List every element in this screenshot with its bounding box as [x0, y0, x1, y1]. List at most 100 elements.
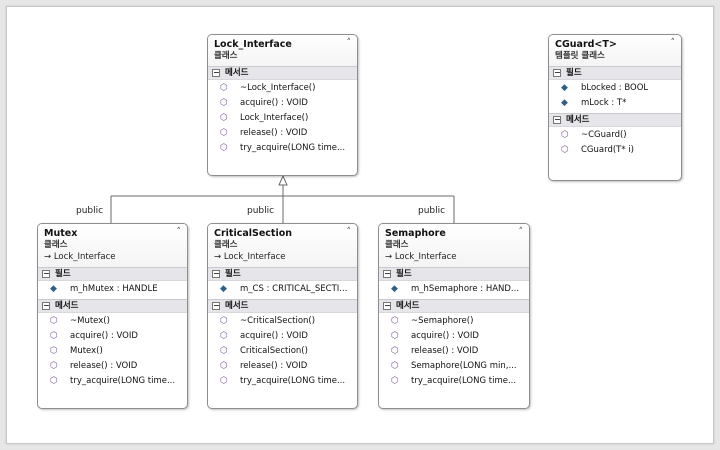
class-critical-section[interactable]: CriticalSection 클래스 → Lock_Interface ˄ −… [207, 223, 358, 409]
minus-box-icon[interactable]: − [42, 302, 50, 310]
section-methods[interactable]: − 메서드 [38, 299, 187, 313]
class-name: Lock_Interface [214, 39, 292, 50]
section-methods[interactable]: − 메서드 [208, 66, 357, 80]
method-cube-icon: ⬡ [391, 331, 399, 341]
section-label: 메서드 [225, 68, 249, 78]
arrow-right-icon: → [385, 252, 395, 262]
method-item[interactable]: ⬡ acquire() : VOID [208, 96, 357, 111]
class-name: Semaphore [385, 228, 446, 239]
method-item[interactable]: ⬡ ~Lock_Interface() [208, 81, 357, 96]
method-item[interactable]: ⬡ Semaphore(LONG min,... [379, 359, 529, 374]
base-class: → Lock_Interface [214, 251, 351, 263]
arrow-right-icon: → [44, 252, 54, 262]
method-cube-icon: ⬡ [220, 331, 228, 341]
method-item[interactable]: ⬡ try_acquire(LONG time... [208, 374, 357, 389]
section-fields[interactable]: − 필드 [38, 267, 187, 281]
method-label: Semaphore(LONG min,... [411, 361, 517, 371]
field-item[interactable]: ◆ m_hMutex : HANDLE [38, 282, 187, 297]
field-item[interactable]: ◆ m_CS : CRITICAL_SECTI... [208, 282, 357, 297]
method-cube-icon: ⬡ [220, 316, 228, 326]
method-cube-icon: ⬡ [220, 98, 228, 108]
class-cguard[interactable]: CGuard<T> 템플릿 클래스 ˄ − 필드 ◆ bLocked : BOOL… [548, 34, 682, 181]
section-label: 메서드 [396, 301, 420, 311]
method-label: acquire() : VOID [240, 98, 308, 108]
field-label: mLock : T* [581, 98, 627, 108]
method-item[interactable]: ⬡ release() : VOID [208, 126, 357, 141]
method-cube-icon: ⬡ [391, 346, 399, 356]
minus-box-icon[interactable]: − [42, 270, 50, 278]
class-kind: 템플릿 클래스 [555, 51, 605, 61]
base-class-name: Lock_Interface [394, 252, 457, 262]
method-item[interactable]: ⬡ ~Mutex() [38, 314, 187, 329]
method-cube-icon: ⬡ [50, 331, 58, 341]
method-cube-icon: ⬡ [50, 361, 58, 371]
class-header: CGuard<T> 템플릿 클래스 ˄ [549, 35, 681, 66]
method-item[interactable]: ⬡ Lock_Interface() [208, 111, 357, 126]
class-mutex[interactable]: Mutex 클래스 → Lock_Interface ˄ − 필드 ◆ m_hMu… [37, 223, 188, 409]
method-cube-icon: ⬡ [220, 376, 228, 386]
minus-box-icon[interactable]: − [383, 270, 391, 278]
double-chevron-up-icon[interactable]: ˄ [671, 38, 676, 48]
method-item[interactable]: ⬡ try_acquire(LONG time... [379, 374, 529, 389]
method-item[interactable]: ⬡ ~Semaphore() [379, 314, 529, 329]
method-label: ~Semaphore() [411, 316, 474, 326]
minus-box-icon[interactable]: − [383, 302, 391, 310]
method-item[interactable]: ⬡ ~CGuard() [549, 128, 681, 143]
method-label: ~Lock_Interface() [240, 83, 316, 93]
double-chevron-up-icon[interactable]: ˄ [347, 227, 352, 237]
class-lock-interface[interactable]: Lock_Interface 클래스 ˄ − 메서드 ⬡ ~Lock_Interf… [207, 34, 358, 176]
method-cube-icon: ⬡ [220, 346, 228, 356]
method-label: CriticalSection() [240, 346, 308, 356]
double-chevron-up-icon[interactable]: ˄ [177, 227, 182, 237]
method-item[interactable]: ⬡ ~CriticalSection() [208, 314, 357, 329]
class-semaphore[interactable]: Semaphore 클래스 → Lock_Interface ˄ − 필드 ◆ m… [378, 223, 530, 409]
class-name: CriticalSection [214, 228, 293, 239]
method-item[interactable]: ⬡ try_acquire(LONG time... [38, 374, 187, 389]
section-label: 필드 [225, 269, 241, 279]
field-label: m_hSemaphore : HAND... [411, 284, 520, 294]
field-icon: ◆ [50, 284, 57, 294]
minus-box-icon[interactable]: − [212, 270, 220, 278]
section-methods[interactable]: − 메서드 [549, 113, 681, 127]
field-label: m_CS : CRITICAL_SECTI... [240, 284, 348, 294]
method-item[interactable]: ⬡ Mutex() [38, 344, 187, 359]
method-item[interactable]: ⬡ CriticalSection() [208, 344, 357, 359]
class-kind: 클래스 [385, 240, 409, 250]
section-fields[interactable]: − 필드 [549, 66, 681, 80]
section-label: 메서드 [55, 301, 79, 311]
method-item[interactable]: ⬡ acquire() : VOID [379, 329, 529, 344]
method-cube-icon: ⬡ [391, 376, 399, 386]
base-class: → Lock_Interface [44, 251, 181, 263]
double-chevron-up-icon[interactable]: ˄ [519, 227, 524, 237]
section-label: 필드 [55, 269, 71, 279]
section-methods[interactable]: − 메서드 [208, 299, 357, 313]
class-kind: 클래스 [214, 240, 238, 250]
method-label: CGuard(T* i) [581, 145, 634, 155]
minus-box-icon[interactable]: − [212, 302, 220, 310]
section-label: 필드 [396, 269, 412, 279]
method-item[interactable]: ⬡ acquire() : VOID [38, 329, 187, 344]
method-label: try_acquire(LONG time... [240, 143, 346, 153]
method-item[interactable]: ⬡ acquire() : VOID [208, 329, 357, 344]
method-item[interactable]: ⬡ CGuard(T* i) [549, 143, 681, 158]
method-label: ~Mutex() [70, 316, 110, 326]
minus-box-icon[interactable]: − [212, 69, 220, 77]
field-item[interactable]: ◆ mLock : T* [549, 96, 681, 111]
method-item[interactable]: ⬡ release() : VOID [208, 359, 357, 374]
class-name: Mutex [44, 228, 78, 239]
section-label: 메서드 [225, 301, 249, 311]
class-header: Lock_Interface 클래스 ˄ [208, 35, 357, 66]
section-fields[interactable]: − 필드 [379, 267, 529, 281]
method-item[interactable]: ⬡ release() : VOID [38, 359, 187, 374]
field-item[interactable]: ◆ bLocked : BOOL [549, 81, 681, 96]
method-cube-icon: ⬡ [220, 128, 228, 138]
method-item[interactable]: ⬡ try_acquire(LONG time... [208, 141, 357, 156]
method-label: try_acquire(LONG time... [411, 376, 517, 386]
minus-box-icon[interactable]: − [553, 116, 561, 124]
method-item[interactable]: ⬡ release() : VOID [379, 344, 529, 359]
section-methods[interactable]: − 메서드 [379, 299, 529, 313]
double-chevron-up-icon[interactable]: ˄ [347, 38, 352, 48]
minus-box-icon[interactable]: − [553, 69, 561, 77]
field-item[interactable]: ◆ m_hSemaphore : HAND... [379, 282, 529, 297]
section-fields[interactable]: − 필드 [208, 267, 357, 281]
